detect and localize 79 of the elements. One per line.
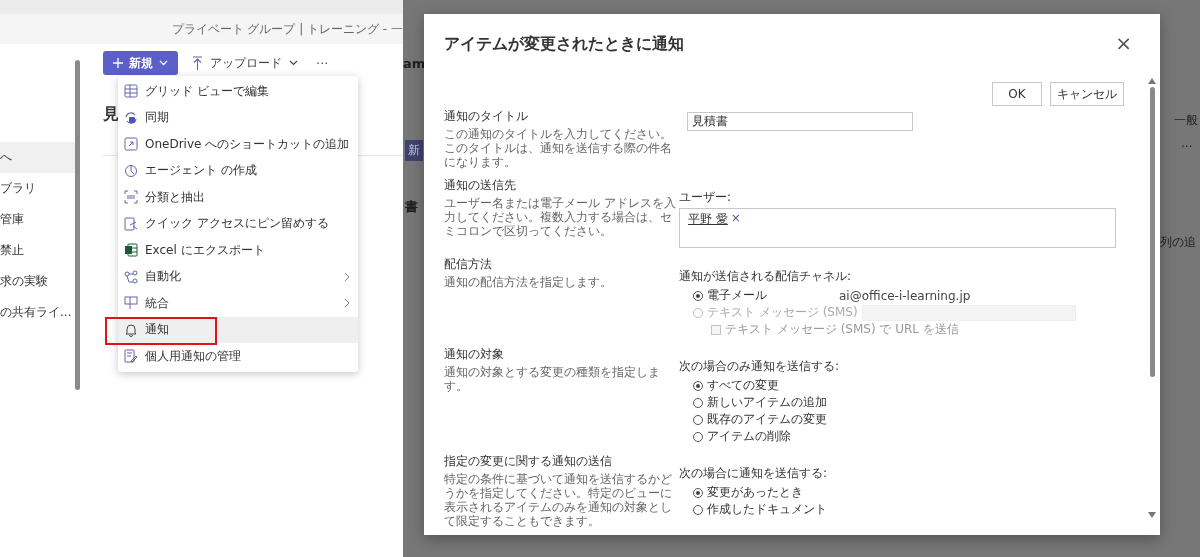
dialog-title: アイテムが変更されたときに通知 <box>444 32 684 55</box>
panel-icon <box>124 296 138 311</box>
menu-item[interactable]: 統合 <box>118 290 358 317</box>
sidebar-item[interactable]: 求の実験 <box>0 266 75 297</box>
field-label: 次の場合に通知を送信する: <box>679 465 829 482</box>
section-title: 指定の変更に関する通知の送信 <box>444 453 613 470</box>
pin-icon <box>124 216 138 231</box>
field-label: ユーザー: <box>679 189 733 206</box>
field-label: 通知が送信される配信チャネル: <box>679 268 853 285</box>
scroll-down-icon[interactable] <box>1148 512 1156 518</box>
section-description: 通知の対象とする変更の種類を指定します。 <box>444 365 661 393</box>
upload-icon <box>192 56 203 70</box>
section-title: 配信方法 <box>444 256 493 273</box>
menu-item[interactable]: エージェント の作成 <box>118 157 358 184</box>
background-text: ··· <box>1181 140 1193 154</box>
scan-icon <box>124 190 138 205</box>
section-title: 通知の対象 <box>444 346 505 363</box>
field-label: 次の場合のみ通知を送信する: <box>679 358 841 375</box>
people-field[interactable]: 平野 愛 × <box>679 208 1116 248</box>
sync-icon <box>124 110 138 125</box>
background-text: am <box>403 56 426 71</box>
scrollbar[interactable] <box>1149 87 1155 377</box>
chevron-down-icon <box>289 60 298 66</box>
option-label: 既存のアイテムの変更 <box>707 411 827 428</box>
menu-item[interactable]: Excel にエクスポート <box>118 237 358 264</box>
more-button[interactable]: ··· <box>312 55 333 71</box>
section-description: この通知のタイトルを入力してください。このタイトルは、通知を送信する際の件名になります。 <box>444 127 673 169</box>
menu-item[interactable]: 自動化 <box>118 263 358 290</box>
remove-button[interactable]: × <box>730 211 741 228</box>
menu-item[interactable]: 同期 <box>118 104 358 131</box>
new-button[interactable]: 新規 <box>103 51 178 75</box>
option-label: 新しいアイテムの追加 <box>707 394 827 411</box>
dialog-button[interactable]: キャンセル <box>1050 82 1124 106</box>
shortcut-icon <box>124 137 138 152</box>
background-text: 書 <box>405 198 418 216</box>
title-field[interactable]: 見積書 <box>687 112 913 131</box>
menu-item[interactable]: 通知 <box>118 316 358 343</box>
option-label: 電子メール <box>707 287 767 304</box>
background-text: 新 <box>405 140 423 161</box>
option-label: 変更があったとき <box>707 484 803 501</box>
upload-button[interactable]: アップロード <box>188 51 302 75</box>
background-text: 列の追 <box>1160 234 1196 251</box>
section-title: 通知の送信先 <box>444 177 517 194</box>
section-description: 特定の条件に基づいて通知を送信するかどうかを指定してください。特定のビューに表示されるアイテムのみを通知の対象として限定することもできます。 <box>444 472 673 528</box>
close-button[interactable]: × <box>1107 31 1140 55</box>
sidebar-item[interactable]: へ <box>0 142 75 173</box>
edit-note-icon <box>124 349 138 364</box>
dialog-button[interactable]: OK <box>992 82 1042 106</box>
checkbox-label: テキスト メッセージ (SMS) で URL を送信 <box>725 321 959 338</box>
menu-item[interactable]: クイック アクセスにピン留めする <box>118 210 358 237</box>
menu-item[interactable]: グリッド ビューで編集 <box>118 78 358 105</box>
option-label: アイテムの削除 <box>707 428 791 445</box>
plus-icon <box>113 58 123 68</box>
spreadsheet-icon <box>124 243 138 258</box>
person-name[interactable]: 平野 愛 <box>688 211 728 228</box>
menu-item[interactable]: 個人用通知の管理 <box>118 343 358 370</box>
menu-item[interactable]: 分類と抽出 <box>118 184 358 211</box>
flow-icon <box>124 269 138 284</box>
sidebar-item[interactable]: の共有ライ... <box>0 297 75 328</box>
option-label: すべての変更 <box>707 377 779 394</box>
section-description: 通知の配信方法を指定します。 <box>444 275 613 289</box>
agent-icon <box>124 163 138 178</box>
sidebar-item[interactable]: 管庫 <box>0 204 75 235</box>
chevron-down-icon <box>159 60 168 66</box>
section-title: 通知のタイトル <box>444 108 529 125</box>
option-label: 作成したドキュメント <box>707 501 827 518</box>
option-label: テキスト メッセージ (SMS) <box>707 304 858 321</box>
sidebar-item[interactable]: ブラリ <box>0 173 75 204</box>
menu-item[interactable]: OneDrive へのショートカットの追加 <box>118 131 358 158</box>
background-text: 一般 <box>1174 112 1198 129</box>
sidebar-item[interactable]: 禁止 <box>0 235 75 266</box>
grid-icon <box>124 84 138 99</box>
bell-icon <box>124 322 138 337</box>
scrollbar[interactable] <box>75 60 80 390</box>
breadcrumb: プライベート グループ | トレーニング - 一 <box>171 20 403 38</box>
scroll-up-icon[interactable] <box>1148 78 1156 84</box>
section-description: ユーザー名または電子メール アドレスを入力してください。複数入力する場合は、セミコロンで区切ってください。 <box>444 196 676 238</box>
page-heading: 見 <box>103 104 119 125</box>
email-address: ai@office-i-learning.jp <box>839 288 971 303</box>
